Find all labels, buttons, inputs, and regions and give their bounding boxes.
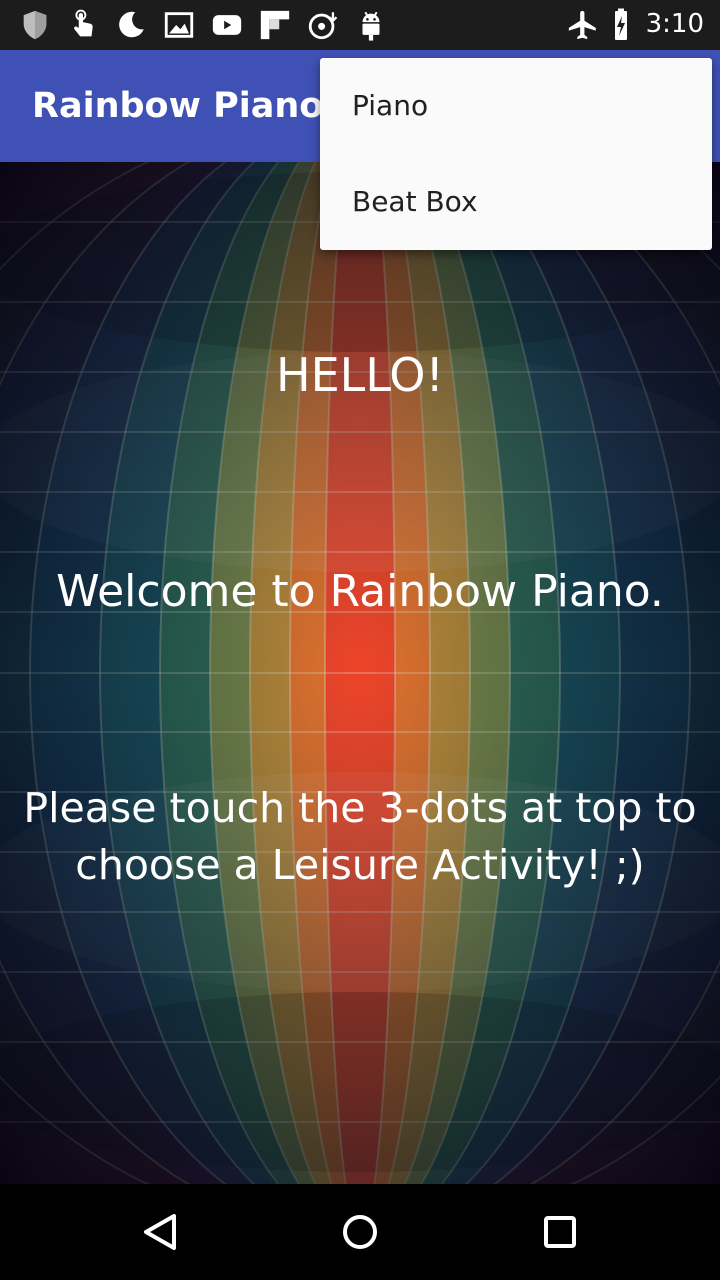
status-bar: 3:10 xyxy=(0,0,720,50)
shield-icon xyxy=(18,8,52,42)
flipboard-icon xyxy=(258,8,292,42)
music-download-icon xyxy=(306,8,340,42)
menu-item-beat-box[interactable]: Beat Box xyxy=(320,154,712,250)
instructions-text: Please touch the 3-dots at top to choose… xyxy=(23,784,697,889)
home-icon[interactable] xyxy=(336,1208,384,1256)
navigation-bar xyxy=(0,1184,720,1280)
image-icon xyxy=(162,8,196,42)
android-icon xyxy=(354,8,388,42)
recents-icon[interactable] xyxy=(536,1208,584,1256)
youtube-icon xyxy=(210,8,244,42)
overflow-menu: Piano Beat Box xyxy=(320,58,712,250)
welcome-text: Welcome to Rainbow Piano. xyxy=(56,566,664,617)
airplane-icon xyxy=(566,8,600,42)
moon-icon xyxy=(114,8,148,42)
menu-item-piano[interactable]: Piano xyxy=(320,58,712,154)
content-area: HELLO! Welcome to Rainbow Piano. Please … xyxy=(0,162,720,1184)
back-icon[interactable] xyxy=(136,1208,184,1256)
app-title: Rainbow Piano xyxy=(32,86,324,126)
rainbow-background-image xyxy=(0,162,720,1184)
touch-icon xyxy=(66,8,100,42)
hello-text: HELLO! xyxy=(276,348,444,402)
screen: 3:10 Rainbow Piano HELLO! Welcome to Rai… xyxy=(0,0,720,1280)
battery-charging-icon xyxy=(608,8,632,42)
status-time: 3:10 xyxy=(645,9,704,39)
